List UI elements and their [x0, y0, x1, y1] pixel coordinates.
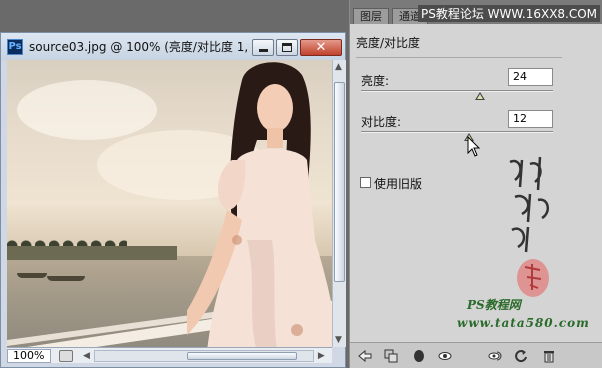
shore [7, 246, 177, 260]
panel-bottom-toolbar [350, 342, 602, 368]
status-bar: 100% ◀ ▶ [7, 347, 332, 363]
legacy-checkbox[interactable] [360, 177, 371, 188]
close-button[interactable]: ✕ [300, 39, 342, 56]
woman-photo [187, 62, 332, 347]
minimize-icon [258, 49, 268, 52]
scroll-up-icon[interactable]: ▲ [335, 62, 342, 72]
mouse-cursor-icon [467, 136, 481, 157]
boat [47, 276, 85, 281]
vertical-scroll-thumb[interactable] [334, 82, 345, 282]
scroll-left-icon[interactable]: ◀ [83, 351, 90, 361]
image-canvas[interactable] [7, 60, 332, 347]
trash-icon[interactable] [542, 349, 556, 363]
zoom-field[interactable]: 100% [7, 348, 51, 363]
horizontal-scroll-thumb[interactable] [186, 351, 297, 360]
contrast-slider-track[interactable] [361, 131, 553, 133]
horizontal-scrollbar[interactable] [93, 349, 314, 362]
watermark-ps-label: PS教程网 [467, 298, 521, 312]
close-icon: ✕ [315, 40, 327, 55]
scroll-down-icon[interactable]: ▼ [335, 335, 342, 345]
view-previous-icon[interactable] [488, 349, 502, 363]
status-info-icon[interactable] [59, 349, 73, 362]
scroll-right-icon[interactable]: ▶ [318, 351, 325, 361]
document-title: source03.jpg @ 100% (亮度/对比度 1, ... [29, 40, 251, 54]
brightness-slider-thumb[interactable] [475, 92, 486, 100]
document-window: Ps source03.jpg @ 100% (亮度/对比度 1, ... ✕ [0, 32, 346, 368]
photoshop-app-icon: Ps [7, 38, 23, 55]
visibility-toggle-icon[interactable] [412, 349, 426, 363]
brightness-slider-track[interactable] [361, 90, 553, 92]
document-titlebar[interactable]: Ps source03.jpg @ 100% (亮度/对比度 1, ... ✕ [1, 33, 345, 60]
watermark-url: www.tata580.com [457, 316, 590, 330]
minimize-button[interactable] [252, 39, 274, 56]
vertical-scrollbar[interactable]: ▲ ▼ [332, 60, 346, 347]
contrast-input[interactable]: 12 [508, 110, 553, 128]
panel-title: 亮度/对比度 [356, 36, 421, 50]
tab-layers[interactable]: 图层 [353, 8, 389, 24]
adjustments-panel: 图层 通道 PS教程论坛 WWW.16XX8.COM 亮度/对比度 亮度: 24… [349, 0, 602, 368]
brightness-input[interactable]: 24 [508, 68, 553, 86]
boat [17, 273, 47, 278]
cloud [17, 80, 157, 140]
clip-layer-icon[interactable] [384, 349, 398, 363]
maximize-icon [282, 43, 292, 52]
calligraphy-seal-watermark [509, 156, 550, 297]
divider [356, 57, 562, 58]
back-arrow-icon[interactable] [358, 349, 372, 363]
contrast-label: 对比度: [361, 115, 402, 129]
maximize-button[interactable] [276, 39, 298, 56]
watermark-top: PS教程论坛 WWW.16XX8.COM [418, 5, 601, 22]
reset-icon[interactable] [514, 349, 528, 363]
eye-icon[interactable] [438, 349, 452, 363]
brightness-label: 亮度: [361, 74, 390, 88]
legacy-label: 使用旧版 [374, 177, 423, 191]
